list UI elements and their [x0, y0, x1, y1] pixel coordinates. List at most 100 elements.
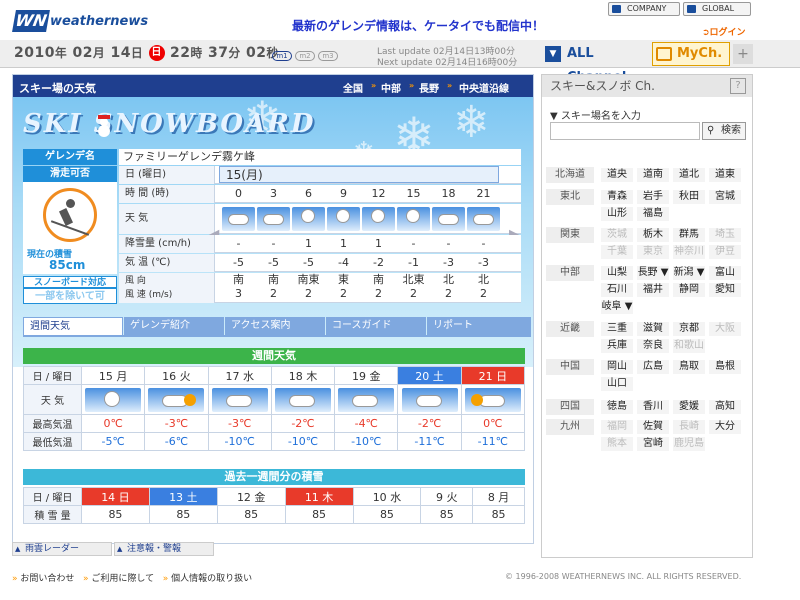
- search-button[interactable]: ⚲ 検索: [702, 122, 746, 140]
- cloud-snow-icon: [274, 387, 331, 412]
- mode-pill-m1[interactable]: m1: [272, 51, 292, 61]
- add-channel-button[interactable]: +: [733, 44, 753, 64]
- hour-cell: 6: [305, 187, 312, 200]
- mode-pill-m2[interactable]: m2: [295, 51, 315, 61]
- prefecture-link[interactable]: 道央: [600, 167, 634, 183]
- resort-search-input[interactable]: [550, 122, 700, 140]
- wind-speed: 2: [375, 287, 382, 300]
- company-link[interactable]: COMPANY: [608, 2, 680, 16]
- warnings-button[interactable]: ▲ 注意報・警報: [114, 542, 214, 556]
- prefecture-link[interactable]: 高知: [708, 399, 742, 415]
- wind-speed: 2: [340, 287, 347, 300]
- crumb-nagano[interactable]: 長野: [419, 80, 439, 95]
- temp-cell: -3: [478, 256, 489, 269]
- snowflake-dot: [372, 210, 384, 222]
- terms-link[interactable]: ご利用に際して: [91, 574, 154, 584]
- next-update: Next update 02月14日16時00分: [377, 58, 518, 68]
- prefecture-link[interactable]: 愛知: [708, 282, 742, 298]
- wind-speed: 2: [445, 287, 452, 300]
- crumb-chuodo[interactable]: 中央道沿線: [459, 80, 509, 95]
- wind-cell: 北東 2: [396, 273, 431, 301]
- mobile-promo-link[interactable]: 最新のゲレンデ情報は、ケータイでも配信中！: [292, 17, 544, 34]
- prefecture-link[interactable]: 秋田: [672, 189, 706, 205]
- weathernews-logo-text[interactable]: weathernews: [50, 14, 148, 29]
- history-depth-cell: 85: [352, 505, 422, 524]
- prefecture-link: 埼玉: [708, 227, 742, 243]
- tab-access[interactable]: アクセス案内: [225, 317, 325, 335]
- mych-button[interactable]: MyCh.: [652, 42, 730, 66]
- prefecture-link[interactable]: 石川: [600, 282, 634, 298]
- tab-course-guide[interactable]: コースガイド: [326, 317, 426, 335]
- prefecture-link[interactable]: 新潟 ▼: [672, 265, 706, 281]
- prefecture-link[interactable]: 道北: [672, 167, 706, 183]
- weather-label: 天 気: [119, 204, 215, 234]
- crumb-national[interactable]: 全国: [343, 80, 363, 95]
- prefecture-link[interactable]: 奈良: [636, 338, 670, 354]
- wind-cell: 南2: [256, 273, 291, 301]
- contact-link[interactable]: お問い合わせ: [20, 574, 74, 584]
- prefecture-link[interactable]: 京都: [672, 321, 706, 337]
- region-7[interactable]: 九州: [546, 419, 594, 435]
- prefecture-link[interactable]: 兵庫: [600, 338, 634, 354]
- wind-direction: 南: [373, 273, 384, 286]
- weathernews-logo-mark[interactable]: WN: [12, 10, 50, 32]
- prefecture-link[interactable]: 栃木: [636, 227, 670, 243]
- prefecture-link[interactable]: 福井: [636, 282, 670, 298]
- prefecture-link[interactable]: 静岡: [672, 282, 706, 298]
- temp-cell: -5: [233, 256, 244, 269]
- privacy-link[interactable]: 個人情報の取り扱い: [171, 574, 252, 584]
- prefecture-link[interactable]: 岐阜 ▼: [600, 299, 634, 315]
- prefecture-link[interactable]: 富山: [708, 265, 742, 281]
- global-link[interactable]: GLOBAL: [683, 2, 751, 16]
- prefecture-link[interactable]: 滋賀: [636, 321, 670, 337]
- date-label: 日 (曜日): [119, 166, 215, 184]
- prefecture-link[interactable]: 青森: [600, 189, 634, 205]
- region-1[interactable]: 東北: [546, 189, 594, 205]
- prefecture-link[interactable]: 福島: [636, 206, 670, 222]
- prefecture-link[interactable]: 宮崎: [636, 436, 670, 452]
- prefecture-link[interactable]: 山形: [600, 206, 634, 222]
- prefecture-link[interactable]: 鳥取: [672, 359, 706, 375]
- crumb-chubu[interactable]: 中部: [381, 80, 401, 95]
- prefecture-link[interactable]: 道南: [636, 167, 670, 183]
- tab-weekly[interactable]: 週間天気: [23, 317, 123, 335]
- prefecture-link[interactable]: 愛媛: [672, 399, 706, 415]
- prefecture-link[interactable]: 佐賀: [636, 419, 670, 435]
- sunday-badge: 日: [148, 45, 165, 61]
- prefecture-link[interactable]: 宮城: [708, 189, 742, 205]
- rain-radar-button[interactable]: ▲ 雨雲レーダー: [12, 542, 112, 556]
- login-link[interactable]: ➲ログイン: [702, 25, 746, 38]
- prefecture-link[interactable]: 広島: [636, 359, 670, 375]
- region-3[interactable]: 中部: [546, 265, 594, 281]
- region-4[interactable]: 近畿: [546, 321, 594, 337]
- weekly-weather-cell: [334, 384, 399, 415]
- prefecture-link[interactable]: 岩手: [636, 189, 670, 205]
- prefecture-link[interactable]: 徳島: [600, 399, 634, 415]
- region-6[interactable]: 四国: [546, 399, 594, 415]
- prefecture-link: 福岡: [600, 419, 634, 435]
- help-icon[interactable]: ?: [730, 78, 746, 94]
- prefecture-link[interactable]: 長野 ▼: [636, 265, 670, 281]
- prefecture-link[interactable]: 道東: [708, 167, 742, 183]
- prefecture-link[interactable]: 島根: [708, 359, 742, 375]
- prefecture-link[interactable]: 三重: [600, 321, 634, 337]
- prefecture-link[interactable]: 香川: [636, 399, 670, 415]
- region-5[interactable]: 中国: [546, 359, 594, 375]
- region-0[interactable]: 北海道: [546, 167, 594, 183]
- wind-direction: 南東: [297, 273, 320, 286]
- snowflake-icon: ❄: [453, 97, 490, 148]
- low-temp-cell: -5℃: [80, 432, 146, 451]
- prefecture-link[interactable]: 大分: [708, 419, 742, 435]
- prefecture-link[interactable]: 山梨: [600, 265, 634, 281]
- tab-report[interactable]: リポート: [427, 317, 531, 335]
- region-2[interactable]: 関東: [546, 227, 594, 243]
- prefecture-link[interactable]: 群馬: [672, 227, 706, 243]
- tab-slope-intro[interactable]: ゲレンデ紹介: [124, 317, 224, 335]
- all-channel-button[interactable]: ▼ALL Channel: [545, 42, 649, 85]
- wind-cell: 南3: [221, 273, 256, 301]
- weekly-day: 21 日: [460, 366, 526, 385]
- prefecture-link[interactable]: 岡山: [600, 359, 634, 375]
- mode-pill-m3[interactable]: m3: [318, 51, 338, 61]
- prefecture-link[interactable]: 山口: [600, 376, 634, 392]
- weekly-weather-cell: [144, 384, 209, 415]
